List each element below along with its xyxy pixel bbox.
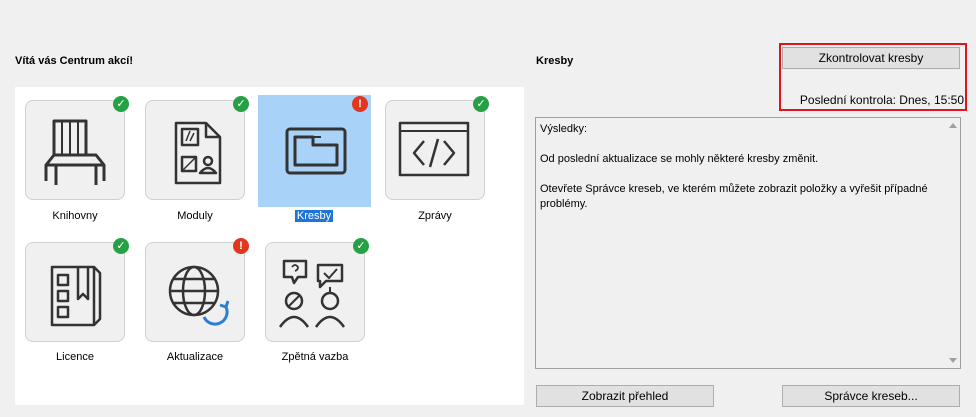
scroll-down-icon[interactable]	[949, 358, 957, 363]
chair-icon	[44, 119, 106, 185]
tile-label-zpetna-vazba[interactable]: Zpětná vazba	[260, 351, 370, 363]
tile-label-aktualizace[interactable]: Aktualizace	[140, 351, 250, 363]
tile-moduly[interactable]	[145, 100, 245, 200]
results-box[interactable]: Výsledky: Od poslední aktualizace se moh…	[535, 117, 961, 369]
drawing-folder-icon	[285, 127, 347, 175]
moduly-ok-badge: ✓	[233, 96, 249, 112]
tile-label-moduly[interactable]: Moduly	[140, 210, 250, 222]
tile-zpravy[interactable]	[385, 100, 485, 200]
results-line-1: Od poslední aktualizace se mohly některé…	[540, 153, 819, 165]
tile-zpetna-vazba[interactable]	[265, 242, 365, 342]
tile-label-licence[interactable]: Licence	[20, 351, 130, 363]
zpetna-vazba-ok-badge: ✓	[353, 238, 369, 254]
last-check-text: Poslední kontrola: Dnes, 15:50	[799, 93, 964, 107]
tile-kresby[interactable]	[264, 100, 364, 200]
zpravy-ok-badge: ✓	[473, 96, 489, 112]
globe-update-icon	[168, 265, 230, 326]
welcome-title: Vítá vás Centrum akcí!	[15, 55, 133, 67]
results-scrollbar[interactable]	[946, 118, 960, 368]
action-tiles-panel: ✓ Knihovny ✓ Moduly ! Kresby ✓ Zprávy ✓ …	[15, 87, 524, 405]
section-title: Kresby	[536, 55, 574, 67]
tile-licence[interactable]	[25, 242, 125, 342]
license-book-icon	[50, 265, 102, 327]
tile-aktualizace[interactable]	[145, 242, 245, 342]
knihovny-ok-badge: ✓	[113, 96, 129, 112]
scroll-up-icon[interactable]	[949, 123, 957, 128]
drawing-manager-button[interactable]: Správce kreseb...	[782, 385, 960, 407]
check-drawings-button[interactable]: Zkontrolovat kresby	[782, 47, 960, 69]
show-overview-button[interactable]: Zobrazit přehled	[536, 385, 714, 407]
results-line-2: Otevřete Správce kreseb, ve kterém můžet…	[540, 183, 928, 210]
results-heading: Výsledky:	[540, 123, 588, 135]
aktualizace-warning-badge: !	[233, 238, 249, 254]
kresby-warning-badge: !	[352, 96, 368, 112]
feedback-people-icon	[278, 259, 346, 328]
code-report-icon	[398, 121, 470, 177]
tile-label-kresby[interactable]: Kresby	[259, 210, 369, 222]
tile-label-zpravy[interactable]: Zprávy	[380, 210, 490, 222]
licence-ok-badge: ✓	[113, 238, 129, 254]
module-document-icon	[174, 121, 222, 185]
tile-knihovny[interactable]	[25, 100, 125, 200]
tile-label-knihovny[interactable]: Knihovny	[20, 210, 130, 222]
